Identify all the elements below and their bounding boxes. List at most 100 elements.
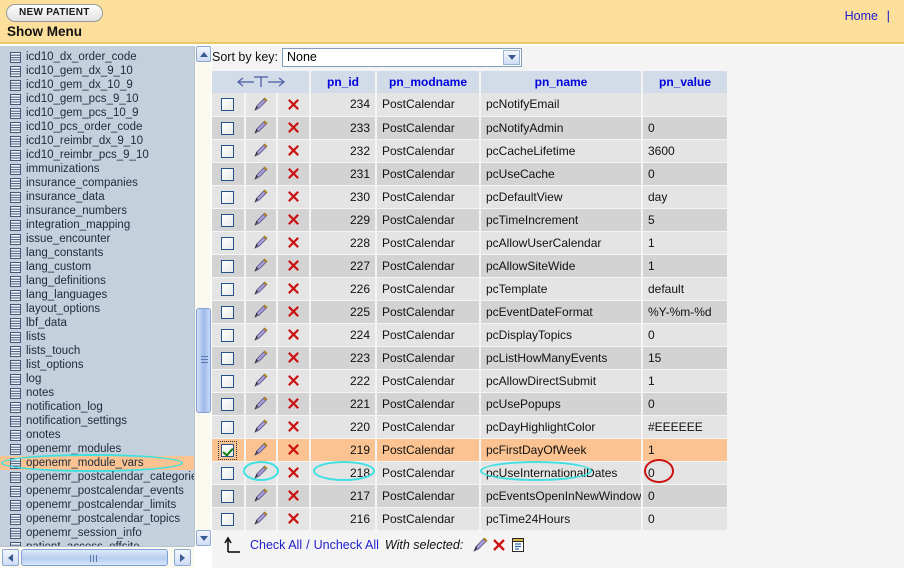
table-row[interactable]: 223 PostCalendar pcListHowManyEvents 15 xyxy=(212,346,729,370)
show-menu-label[interactable]: Show Menu xyxy=(7,24,82,39)
row-checkbox[interactable] xyxy=(221,397,235,411)
sidebar-item-lists-touch[interactable]: lists_touch xyxy=(0,344,194,358)
table-row[interactable]: 221 PostCalendar pcUsePopups 0 xyxy=(212,392,729,416)
sidebar-item-notification-settings[interactable]: notification_settings xyxy=(0,414,194,428)
sidebar-item-icd10-gem-dx-10-9[interactable]: icd10_gem_dx_10_9 xyxy=(0,78,194,92)
row-delete-cell[interactable] xyxy=(277,323,311,347)
database-table-list[interactable]: icd10_dx_order_code icd10_gem_dx_9_10 ic… xyxy=(0,46,194,546)
sidebar-item-openemr-postcalendar-limits[interactable]: openemr_postcalendar_limits xyxy=(0,498,194,512)
row-checkbox-cell[interactable] xyxy=(212,392,246,416)
sidebar-item-icd10-pcs-order-code[interactable]: icd10_pcs_order_code xyxy=(0,120,194,134)
sidebar-item-icd10-reimbr-dx-9-10[interactable]: icd10_reimbr_dx_9_10 xyxy=(0,134,194,148)
sidebar-item-integration-mapping[interactable]: integration_mapping xyxy=(0,218,194,232)
sidebar-item-layout-options[interactable]: layout_options xyxy=(0,302,194,316)
row-delete-cell[interactable] xyxy=(277,415,311,439)
sidebar-item-insurance-data[interactable]: insurance_data xyxy=(0,190,194,204)
row-checkbox-cell[interactable] xyxy=(212,438,246,462)
sidebar-item-notes[interactable]: notes xyxy=(0,386,194,400)
row-edit-cell[interactable] xyxy=(244,93,279,117)
row-delete-cell[interactable] xyxy=(277,438,311,462)
scrollbar-thumb-horizontal[interactable] xyxy=(21,549,168,566)
check-all-link[interactable]: Check All xyxy=(250,538,302,552)
row-checkbox[interactable] xyxy=(221,144,235,158)
row-delete-cell[interactable] xyxy=(277,300,311,324)
table-row[interactable]: 216 PostCalendar pcTime24Hours 0 xyxy=(212,507,729,531)
row-checkbox-cell[interactable] xyxy=(212,484,246,508)
table-row[interactable]: 225 PostCalendar pcEventDateFormat %Y-%m-%d xyxy=(212,300,729,324)
row-checkbox[interactable] xyxy=(221,190,235,204)
row-checkbox-cell[interactable] xyxy=(212,139,246,163)
scroll-down-button[interactable] xyxy=(196,530,211,546)
table-row[interactable]: 228 PostCalendar pcAllowUserCalendar 1 xyxy=(212,231,729,255)
row-checkbox[interactable] xyxy=(221,121,235,135)
sidebar-item-onotes[interactable]: onotes xyxy=(0,428,194,442)
table-row[interactable]: 226 PostCalendar pcTemplate default xyxy=(212,277,729,301)
row-checkbox[interactable] xyxy=(221,328,235,342)
sidebar-item-list-options[interactable]: list_options xyxy=(0,358,194,372)
column-header-pn-name[interactable]: pn_name xyxy=(480,71,643,93)
row-edit-cell[interactable] xyxy=(244,139,279,163)
sidebar-item-icd10-gem-dx-9-10[interactable]: icd10_gem_dx_9_10 xyxy=(0,64,194,78)
row-delete-cell[interactable] xyxy=(277,231,311,255)
row-edit-cell[interactable] xyxy=(244,438,279,462)
row-edit-cell[interactable] xyxy=(244,392,279,416)
scroll-left-button[interactable] xyxy=(2,549,19,566)
sidebar-item-log[interactable]: log xyxy=(0,372,194,386)
row-delete-cell[interactable] xyxy=(277,461,311,485)
sidebar-item-icd10-gem-pcs-9-10[interactable]: icd10_gem_pcs_9_10 xyxy=(0,92,194,106)
pencil-edit-icon[interactable] xyxy=(472,537,488,553)
row-delete-cell[interactable] xyxy=(277,185,311,209)
table-row[interactable]: 230 PostCalendar pcDefaultView day xyxy=(212,185,729,209)
sidebar-item-insurance-companies[interactable]: insurance_companies xyxy=(0,176,194,190)
uncheck-all-link[interactable]: Uncheck All xyxy=(314,538,379,552)
sidebar-item-icd10-dx-order-code[interactable]: icd10_dx_order_code xyxy=(0,50,194,64)
column-header-pn-value[interactable]: pn_value xyxy=(642,71,729,93)
row-checkbox[interactable] xyxy=(221,236,235,250)
sidebar-item-openemr-postcalendar-topics[interactable]: openemr_postcalendar_topics xyxy=(0,512,194,526)
row-delete-cell[interactable] xyxy=(277,277,311,301)
row-edit-cell[interactable] xyxy=(244,507,279,531)
scroll-up-button[interactable] xyxy=(196,46,211,62)
row-checkbox[interactable] xyxy=(221,213,235,227)
sidebar-item-icd10-gem-pcs-10-9[interactable]: icd10_gem_pcs_10_9 xyxy=(0,106,194,120)
row-checkbox-cell[interactable] xyxy=(212,185,246,209)
row-checkbox-cell[interactable] xyxy=(212,208,246,232)
row-checkbox-cell[interactable] xyxy=(212,323,246,347)
row-edit-cell[interactable] xyxy=(244,208,279,232)
row-checkbox[interactable] xyxy=(218,440,238,460)
row-checkbox-cell[interactable] xyxy=(212,300,246,324)
row-delete-cell[interactable] xyxy=(277,369,311,393)
sidebar-horizontal-scrollbar[interactable] xyxy=(0,546,194,568)
row-checkbox-cell[interactable] xyxy=(212,231,246,255)
row-delete-cell[interactable] xyxy=(277,484,311,508)
row-edit-cell[interactable] xyxy=(244,461,279,485)
row-delete-cell[interactable] xyxy=(277,254,311,278)
home-link[interactable]: Home xyxy=(845,9,878,23)
table-row[interactable]: 231 PostCalendar pcUseCache 0 xyxy=(212,162,729,186)
row-checkbox-cell[interactable] xyxy=(212,346,246,370)
export-clipboard-icon[interactable] xyxy=(510,537,526,553)
table-row[interactable]: 217 PostCalendar pcEventsOpenInNewWindow 0 xyxy=(212,484,729,508)
sidebar-item-openemr-session-info[interactable]: openemr_session_info xyxy=(0,526,194,540)
sidebar-item-notification-log[interactable]: notification_log xyxy=(0,400,194,414)
row-edit-cell[interactable] xyxy=(244,231,279,255)
row-checkbox[interactable] xyxy=(221,351,235,365)
row-checkbox[interactable] xyxy=(221,305,235,319)
row-delete-cell[interactable] xyxy=(277,208,311,232)
table-row[interactable]: 232 PostCalendar pcCacheLifetime 3600 xyxy=(212,139,729,163)
row-checkbox[interactable] xyxy=(221,420,235,434)
row-checkbox[interactable] xyxy=(221,466,235,480)
row-checkbox-cell[interactable] xyxy=(212,461,246,485)
column-header-pn-id[interactable]: pn_id xyxy=(310,71,377,93)
sidebar-item-openemr-postcalendar-categories[interactable]: openemr_postcalendar_categories xyxy=(0,470,194,484)
row-edit-cell[interactable] xyxy=(244,116,279,140)
red-x-delete-icon[interactable] xyxy=(491,537,507,553)
table-row[interactable]: 224 PostCalendar pcDisplayTopics 0 xyxy=(212,323,729,347)
row-checkbox[interactable] xyxy=(221,374,235,388)
sidebar-item-lbf-data[interactable]: lbf_data xyxy=(0,316,194,330)
table-row[interactable]: 227 PostCalendar pcAllowSiteWide 1 xyxy=(212,254,729,278)
sidebar-item-openemr-module-vars[interactable]: openemr_module_vars xyxy=(0,454,194,472)
row-checkbox[interactable] xyxy=(221,259,235,273)
row-checkbox[interactable] xyxy=(221,512,235,526)
row-checkbox[interactable] xyxy=(221,98,235,112)
